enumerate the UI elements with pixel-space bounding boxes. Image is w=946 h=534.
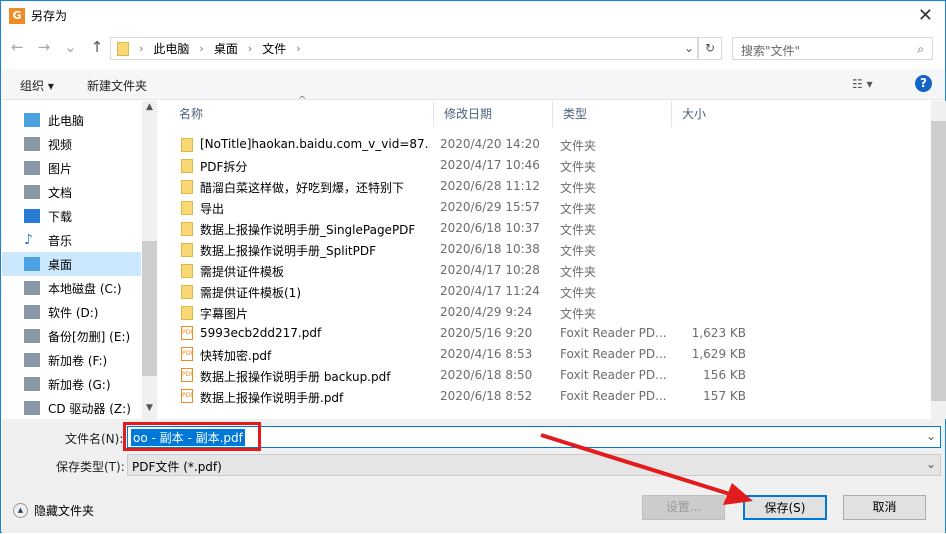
- annotation-arrow: [540, 433, 753, 505]
